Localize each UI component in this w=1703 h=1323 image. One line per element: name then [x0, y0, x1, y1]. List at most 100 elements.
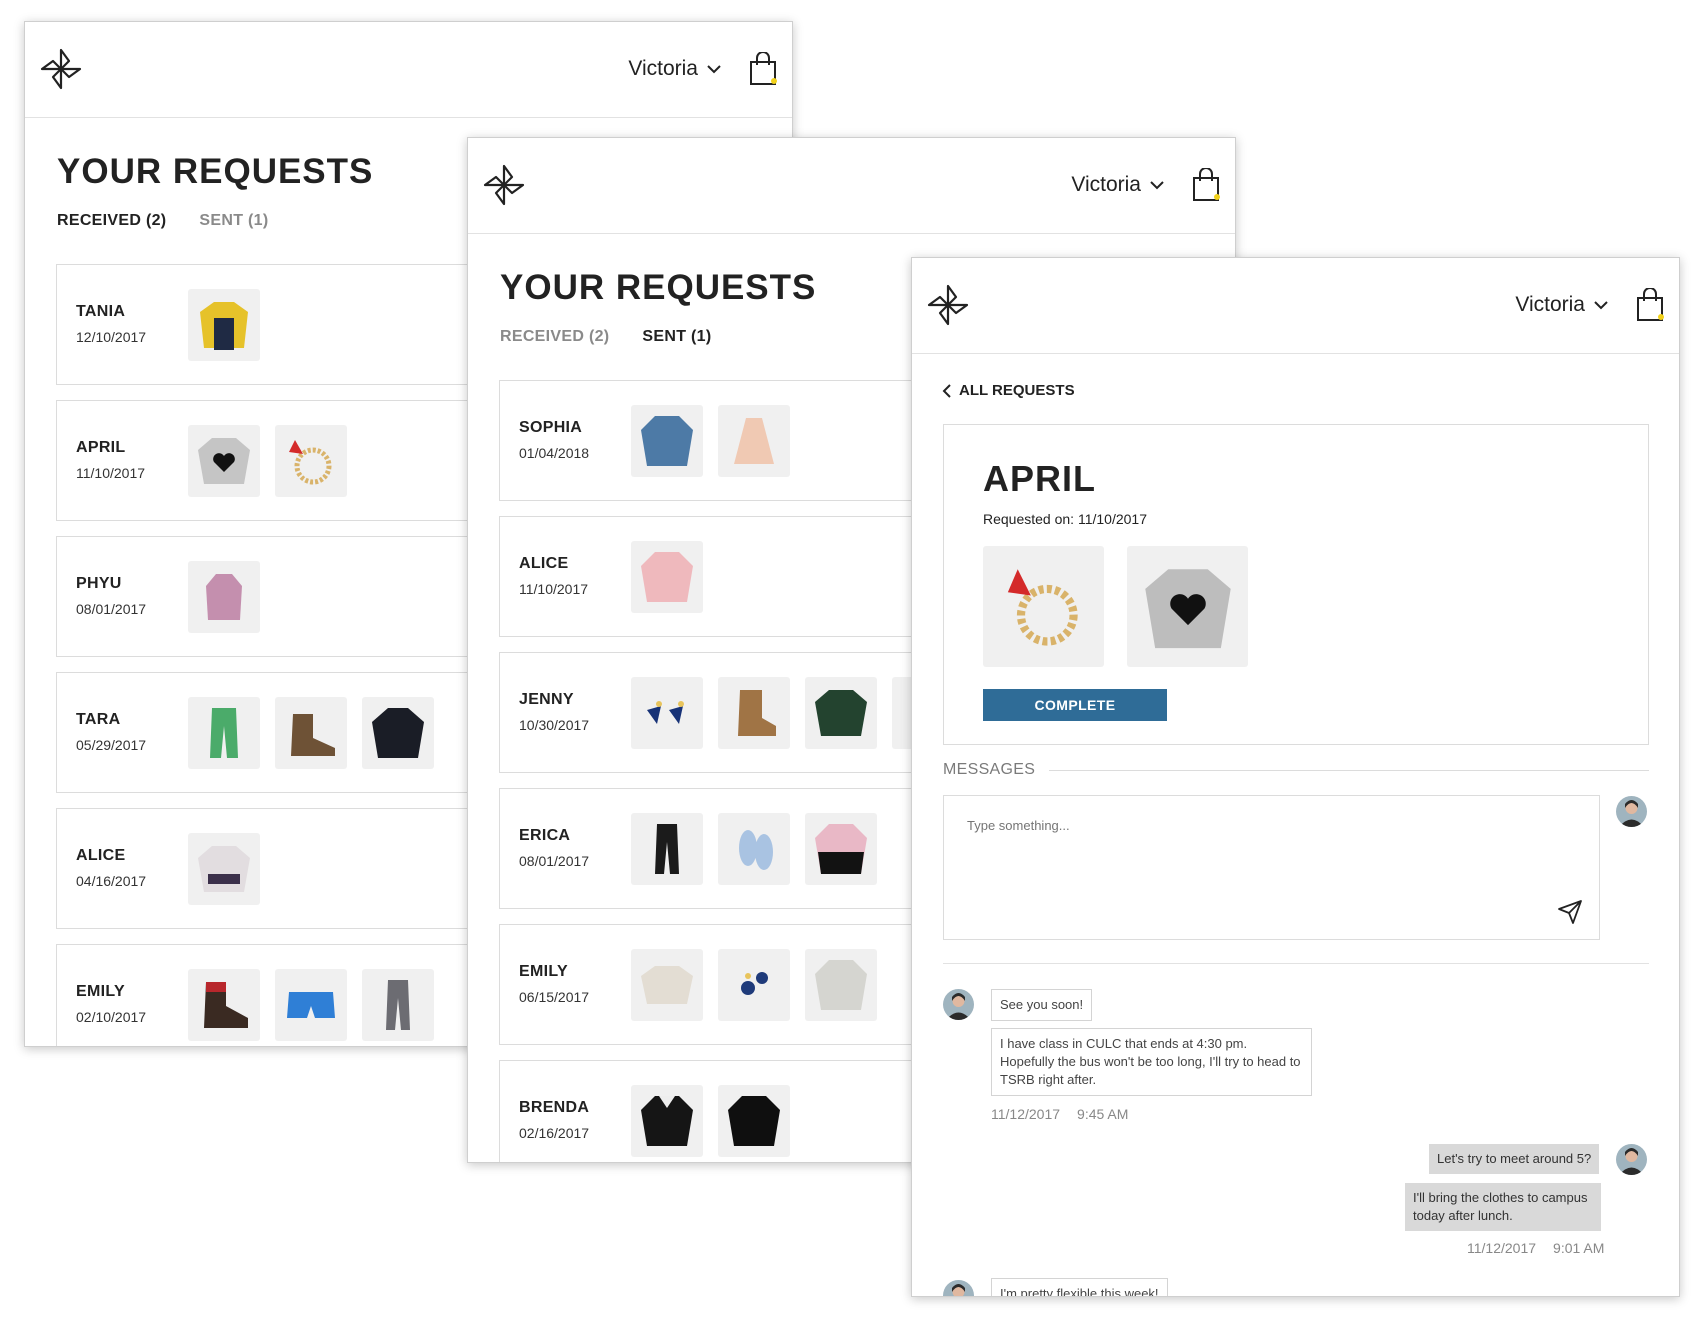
shopping-bag-icon[interactable] — [1191, 168, 1221, 202]
messages-label: MESSAGES — [943, 761, 1036, 778]
tan-boots-thumbnail — [718, 677, 790, 749]
tab-received[interactable]: RECEIVED (2) — [57, 212, 166, 230]
user-avatar — [1616, 1144, 1647, 1175]
requester-name: APRIL — [76, 439, 126, 456]
bead-bracelet-thumbnail — [275, 425, 347, 497]
requester-name: BRENDA — [519, 1099, 590, 1116]
pinwheel-logo-icon[interactable] — [39, 47, 83, 91]
request-detail-card: APRIL Requested on: 11/10/2017 COMPLETE — [943, 424, 1649, 745]
complete-button[interactable]: COMPLETE — [983, 689, 1167, 721]
green-pants-thumbnail — [188, 697, 260, 769]
app-header: Victoria — [912, 258, 1679, 354]
white-hoodie-thumbnail — [805, 949, 877, 1021]
message-input[interactable] — [944, 796, 1599, 939]
request-date: 01/04/2018 — [519, 445, 590, 461]
user-name: Victoria — [1071, 173, 1141, 196]
green-top-thumbnail — [805, 677, 877, 749]
request-tabs: RECEIVED (2) SENT (1) — [500, 328, 711, 346]
yellow-jacket-thumbnail — [188, 289, 260, 361]
sherpa-jacket-thumbnail — [631, 1085, 703, 1157]
request-date: 02/10/2017 — [76, 1009, 147, 1025]
user-menu[interactable]: Victoria — [1071, 173, 1165, 197]
user-menu[interactable]: Victoria — [1515, 293, 1609, 317]
pinwheel-logo-icon[interactable] — [482, 163, 526, 207]
tab-sent[interactable]: SENT (1) — [642, 328, 711, 346]
requester-name: EMILY — [76, 983, 125, 1000]
avatar — [943, 989, 974, 1020]
requested-on-date: Requested on: 11/10/2017 — [983, 511, 1147, 527]
tassel-earrings-thumbnail — [631, 677, 703, 749]
message-timestamp: 11/12/2017 9:45 AM — [991, 1106, 1128, 1122]
message-bubble: I'm pretty flexible this week! — [991, 1278, 1168, 1296]
requester-name: JENNY — [519, 691, 574, 708]
duck-boots-thumbnail — [188, 969, 260, 1041]
blue-sneakers-thumbnail — [718, 813, 790, 885]
bead-bracelet-image[interactable] — [983, 546, 1104, 667]
heart-sweater-thumbnail — [188, 425, 260, 497]
message-bubble: Let's try to meet around 5? — [1429, 1144, 1600, 1174]
pink-top-thumbnail — [188, 561, 260, 633]
app-header: Victoria — [25, 22, 792, 118]
request-date: 11/10/2017 — [76, 465, 146, 481]
brown-boots-thumbnail — [275, 697, 347, 769]
page-title: YOUR REQUESTS — [57, 152, 374, 191]
user-avatar — [1616, 796, 1647, 827]
chevron-left-icon — [942, 383, 951, 398]
striped-pants-thumbnail — [362, 969, 434, 1041]
request-date: 05/29/2017 — [76, 737, 147, 753]
message-bubble: I'll bring the clothes to campus today a… — [1405, 1183, 1601, 1231]
colorblock-sweater-thumbnail — [805, 813, 877, 885]
timestamp-date: 11/12/2017 — [991, 1106, 1061, 1122]
request-date: 04/16/2017 — [76, 873, 147, 889]
requester-name: APRIL — [983, 458, 1096, 499]
patterned-sweater-thumbnail — [188, 833, 260, 905]
request-detail-window: Victoria ALL REQUESTS APRIL Requested on… — [911, 257, 1680, 1297]
heart-sweater-image[interactable] — [1127, 546, 1248, 667]
requester-name: TARA — [76, 711, 121, 728]
request-date: 08/01/2017 — [519, 853, 590, 869]
timestamp-time: 9:01 AM — [1553, 1240, 1605, 1256]
shopping-bag-icon[interactable] — [748, 52, 778, 86]
chevron-down-icon — [1594, 301, 1608, 310]
request-date: 10/30/2017 — [519, 717, 590, 733]
tab-sent[interactable]: SENT (1) — [199, 212, 268, 230]
timestamp-time: 9:45 AM — [1077, 1106, 1129, 1122]
chevron-down-icon — [1150, 181, 1164, 190]
requester-name: EMILY — [519, 963, 568, 980]
message-timestamp: 11/12/2017 9:01 AM — [1467, 1240, 1604, 1256]
cart-badge — [771, 78, 777, 84]
requester-name: TANIA — [76, 303, 126, 320]
user-name: Victoria — [1515, 293, 1585, 316]
pinwheel-logo-icon[interactable] — [926, 283, 970, 327]
request-date: 02/16/2017 — [519, 1125, 590, 1141]
cream-sweater-thumbnail — [631, 949, 703, 1021]
denim-shirt-thumbnail — [631, 405, 703, 477]
request-date: 08/01/2017 — [76, 601, 147, 617]
divider — [1049, 769, 1649, 771]
tab-received[interactable]: RECEIVED (2) — [500, 328, 609, 346]
request-date: 11/10/2017 — [519, 581, 589, 597]
user-name: Victoria — [628, 57, 698, 80]
message-compose-box — [943, 795, 1600, 940]
all-requests-link[interactable]: ALL REQUESTS — [942, 382, 1075, 399]
requester-name: SOPHIA — [519, 419, 583, 436]
blue-shorts-thumbnail — [275, 969, 347, 1041]
cart-badge — [1214, 194, 1220, 200]
page-title: YOUR REQUESTS — [500, 268, 817, 307]
cart-badge — [1658, 314, 1664, 320]
pink-hoodie-thumbnail — [631, 541, 703, 613]
messages-header: MESSAGES — [943, 761, 1649, 779]
shopping-bag-icon[interactable] — [1635, 288, 1665, 322]
black-jeans-thumbnail — [631, 813, 703, 885]
request-tabs: RECEIVED (2) SENT (1) — [57, 212, 268, 230]
leather-jacket-thumbnail — [718, 1085, 790, 1157]
message-bubble: I have class in CULC that ends at 4:30 p… — [991, 1028, 1312, 1096]
app-header: Victoria — [468, 138, 1235, 234]
avatar — [943, 1280, 974, 1296]
send-icon[interactable] — [1557, 899, 1583, 925]
divider — [943, 963, 1649, 964]
user-menu[interactable]: Victoria — [628, 57, 722, 81]
request-date: 06/15/2017 — [519, 989, 590, 1005]
blue-earrings-thumbnail — [718, 949, 790, 1021]
requester-name: ALICE — [76, 847, 126, 864]
